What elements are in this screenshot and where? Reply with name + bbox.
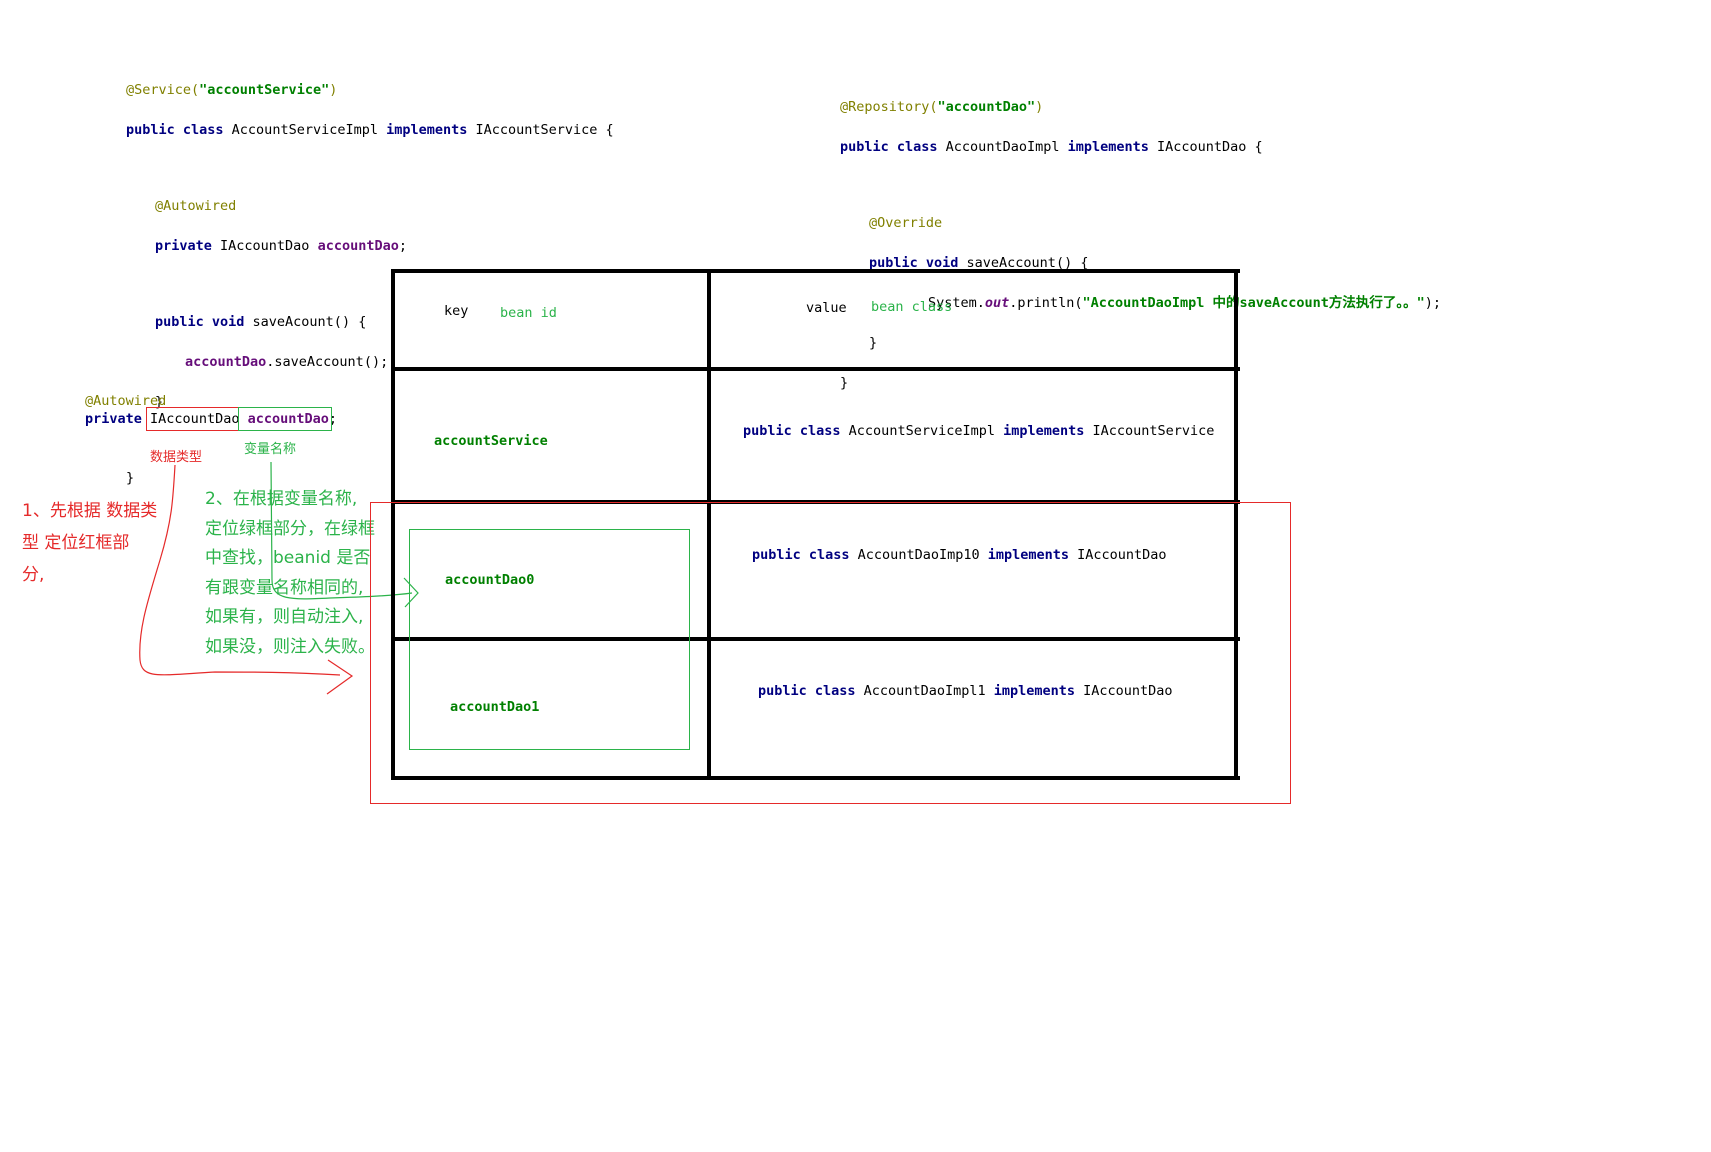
dao-code-block: @Repository("accountDao") public class A… [840,77,1441,413]
row-value-accountservice: public class AccountServiceImpl implemen… [743,423,1215,439]
service-field-line: private IAccountDao accountDao; [155,238,407,254]
dao-method-close: } [869,335,878,351]
dao-class-close: } [840,375,849,391]
dao-class-line: public class AccountDaoImpl implements I… [840,139,1263,155]
green-note-line: 有跟变量名称相同的, [205,577,364,598]
green-note-line: 如果没，则注入失败。 [205,636,375,657]
type-label: 数据类型 [150,450,203,465]
dao-annotation-line: @Repository("accountDao") [840,99,1044,115]
table-line-top [391,269,1240,273]
table-line-row1 [391,367,1240,371]
service-class-line: public class AccountServiceImpl implemen… [126,122,614,138]
green-note-line: 中查找，beanid 是否 [205,548,371,568]
red-note-line: 分, [22,565,45,585]
header-value-hint: bean class [871,299,953,315]
header-key: key [444,303,469,319]
green-frame [409,529,690,750]
header-key-hint: bean id [500,305,557,321]
row-key-accountservice: accountService [434,433,548,449]
green-note: 2、在根据变量名称, 定位绿框部分，在绿框 中查找，beanid 是否 有跟变量… [205,485,375,662]
green-note-line: 定位绿框部分，在绿框 [205,518,375,539]
red-arrowhead [326,659,354,695]
red-note-line: 1、先根据 数据类 [22,501,158,521]
service-annotation-line: @Service("accountService") [126,82,338,98]
green-note-line: 如果有，则自动注入, [205,607,364,627]
header-value: value [806,300,847,316]
service-autowired-line: @Autowired [155,198,237,214]
type-highlight-box [146,407,239,431]
red-note: 1、先根据 数据类 型 定位红框部 分, [22,495,157,591]
name-label: 变量名称 [244,442,297,457]
dao-override-line: @Override [869,215,943,231]
name-highlight-box [238,407,332,431]
red-note-line: 型 定位红框部 [22,533,130,553]
green-note-line: 2、在根据变量名称, [205,489,358,509]
